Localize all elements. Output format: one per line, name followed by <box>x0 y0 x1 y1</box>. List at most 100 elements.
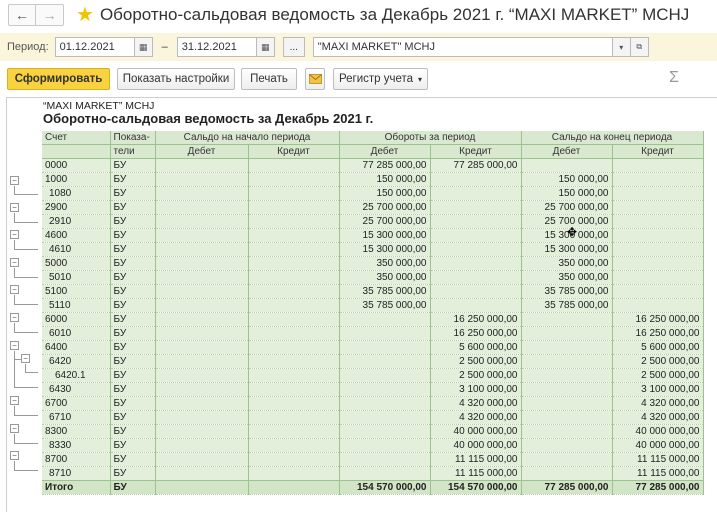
cell-indicator[interactable]: БУ <box>110 382 156 398</box>
cell-amount[interactable] <box>521 368 613 384</box>
collapse-icon[interactable]: − <box>10 285 19 294</box>
cell-amount[interactable]: 350 000,00 <box>339 256 431 272</box>
cell-amount[interactable] <box>248 284 340 300</box>
cell-amount[interactable]: 4 320 000,00 <box>430 410 522 426</box>
cell-amount[interactable] <box>612 228 704 244</box>
calendar-icon[interactable]: ▦ <box>256 37 275 57</box>
cell-amount[interactable]: 40 000 000,00 <box>430 438 522 454</box>
cell-amount[interactable] <box>430 298 522 314</box>
cell-amount[interactable] <box>430 284 522 300</box>
cell-amount[interactable]: 16 250 000,00 <box>430 312 522 328</box>
cell-indicator[interactable]: БУ <box>110 256 156 272</box>
cell-amount[interactable] <box>248 200 340 216</box>
cell-amount[interactable]: 154 570 000,00 <box>339 480 431 496</box>
cell-amount[interactable] <box>155 382 249 398</box>
table-row[interactable]: 4600 БУ 15 300 000,00 15 300 000,00 <box>42 228 704 244</box>
cell-amount[interactable]: 2 500 000,00 <box>612 354 704 370</box>
cell-amount[interactable]: 35 785 000,00 <box>339 298 431 314</box>
cell-amount[interactable] <box>155 214 249 230</box>
cell-account[interactable]: 6010 <box>42 326 111 342</box>
total-row[interactable]: Итого БУ 154 570 000,00 154 570 000,00 77 28… <box>42 480 704 496</box>
cell-indicator[interactable]: БУ <box>110 172 156 188</box>
cell-amount[interactable] <box>248 256 340 272</box>
cell-amount[interactable]: 11 115 000,00 <box>612 452 704 468</box>
back-button[interactable]: ← <box>8 4 36 26</box>
cell-indicator[interactable]: БУ <box>110 368 156 384</box>
table-row[interactable]: 5110 БУ 35 785 000,00 35 785 000,00 <box>42 298 704 314</box>
cell-account[interactable]: 6420 <box>42 354 111 370</box>
cell-amount[interactable] <box>430 172 522 188</box>
cell-amount[interactable] <box>155 368 249 384</box>
cell-amount[interactable] <box>430 270 522 286</box>
cell-account[interactable]: 0000 <box>42 158 111 174</box>
table-row[interactable]: 8300 БУ 40 000 000,00 40 000 000,00 <box>42 424 704 440</box>
cell-amount[interactable] <box>430 256 522 272</box>
cell-amount[interactable]: 350 000,00 <box>521 270 613 286</box>
cell-amount[interactable] <box>155 452 249 468</box>
cell-amount[interactable] <box>612 172 704 188</box>
cell-amount[interactable] <box>430 214 522 230</box>
cell-amount[interactable] <box>430 200 522 216</box>
cell-amount[interactable] <box>612 298 704 314</box>
cell-account[interactable]: Итого <box>42 480 111 496</box>
cell-account[interactable]: 6430 <box>42 382 111 398</box>
cell-amount[interactable] <box>248 354 340 370</box>
table-row[interactable]: 6420 БУ 2 500 000,00 2 500 000,00 <box>42 354 704 370</box>
cell-amount[interactable] <box>155 256 249 272</box>
forward-button[interactable]: → <box>36 4 64 26</box>
cell-amount[interactable] <box>248 242 340 258</box>
cell-amount[interactable]: 2 500 000,00 <box>612 368 704 384</box>
cell-amount[interactable]: 4 320 000,00 <box>430 396 522 412</box>
cell-amount[interactable] <box>155 354 249 370</box>
cell-amount[interactable] <box>155 228 249 244</box>
cell-indicator[interactable]: БУ <box>110 354 156 370</box>
cell-account[interactable]: 4600 <box>42 228 111 244</box>
collapse-icon[interactable]: − <box>10 258 19 267</box>
cell-amount[interactable] <box>248 466 340 482</box>
cell-indicator[interactable]: БУ <box>110 298 156 314</box>
cell-amount[interactable]: 11 115 000,00 <box>430 466 522 482</box>
cell-account[interactable]: 6710 <box>42 410 111 426</box>
cell-amount[interactable] <box>248 186 340 202</box>
cell-amount[interactable]: 4 320 000,00 <box>612 410 704 426</box>
table-row[interactable]: 8330 БУ 40 000 000,00 40 000 000,00 <box>42 438 704 454</box>
register-dropdown[interactable]: Регистр учета ▾ <box>333 68 428 90</box>
cell-amount[interactable] <box>430 186 522 202</box>
table-row[interactable]: 2900 БУ 25 700 000,00 25 700 000,00 <box>42 200 704 216</box>
cell-amount[interactable] <box>248 424 340 440</box>
cell-account[interactable]: 8710 <box>42 466 111 482</box>
cell-amount[interactable] <box>521 466 613 482</box>
cell-account[interactable]: 2900 <box>42 200 111 216</box>
cell-amount[interactable] <box>612 242 704 258</box>
cell-amount[interactable] <box>612 200 704 216</box>
cell-amount[interactable]: 16 250 000,00 <box>612 326 704 342</box>
cell-amount[interactable] <box>612 214 704 230</box>
cell-amount[interactable]: 4 320 000,00 <box>612 396 704 412</box>
cell-amount[interactable] <box>339 438 431 454</box>
calendar-icon[interactable]: ▦ <box>134 37 153 57</box>
cell-indicator[interactable]: БУ <box>110 242 156 258</box>
cell-amount[interactable] <box>339 452 431 468</box>
table-row[interactable]: 6000 БУ 16 250 000,00 16 250 000,00 <box>42 312 704 328</box>
cell-indicator[interactable]: БУ <box>110 410 156 426</box>
cell-amount[interactable]: 5 600 000,00 <box>612 340 704 356</box>
cell-amount[interactable] <box>155 270 249 286</box>
cell-indicator[interactable]: БУ <box>110 452 156 468</box>
table-row[interactable]: 5100 БУ 35 785 000,00 35 785 000,00 <box>42 284 704 300</box>
cell-amount[interactable] <box>155 200 249 216</box>
cell-amount[interactable] <box>612 158 704 174</box>
collapse-icon[interactable]: − <box>21 354 30 363</box>
period-to-input[interactable]: 31.12.2021 <box>176 37 257 57</box>
cell-indicator[interactable]: БУ <box>110 438 156 454</box>
cell-indicator[interactable]: БУ <box>110 340 156 356</box>
cell-amount[interactable] <box>521 326 613 342</box>
table-row[interactable]: 0000 БУ 77 285 000,00 77 285 000,00 <box>42 158 704 174</box>
open-icon[interactable]: ⧉ <box>630 37 649 57</box>
cell-amount[interactable] <box>155 466 249 482</box>
cell-amount[interactable]: 40 000 000,00 <box>430 424 522 440</box>
cell-amount[interactable] <box>339 424 431 440</box>
cell-amount[interactable] <box>339 340 431 356</box>
cell-amount[interactable] <box>248 298 340 314</box>
cell-amount[interactable]: 35 785 000,00 <box>339 284 431 300</box>
cell-amount[interactable] <box>155 480 249 496</box>
